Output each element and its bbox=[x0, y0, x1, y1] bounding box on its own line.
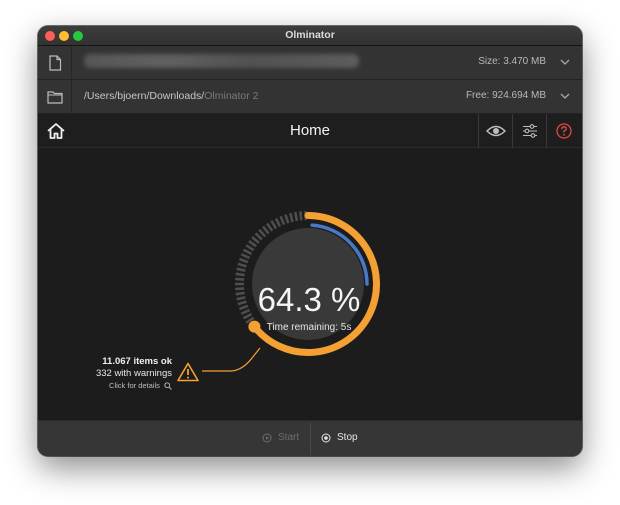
start-button[interactable]: Start bbox=[262, 432, 299, 443]
warning-icon[interactable] bbox=[177, 362, 199, 382]
remaining-tick bbox=[238, 257, 249, 264]
details-link[interactable]: Click for details bbox=[78, 380, 172, 392]
remaining-tick bbox=[240, 253, 251, 260]
progress-percent: 64.3 % bbox=[257, 281, 361, 318]
help-icon bbox=[555, 123, 572, 139]
bottom-divider bbox=[310, 423, 311, 455]
remaining-tick bbox=[254, 232, 263, 241]
details-link-label: Click for details bbox=[109, 381, 160, 390]
remaining-tick bbox=[236, 267, 246, 272]
remaining-tick bbox=[258, 228, 267, 238]
app-window: Olminator Size: 3.470 MB /Users/bjoern/D… bbox=[38, 26, 582, 456]
remaining-tick bbox=[235, 277, 245, 281]
help-button[interactable] bbox=[546, 114, 580, 148]
remaining-tick bbox=[237, 262, 247, 268]
items-ok-count: 11.067 items ok bbox=[102, 356, 172, 367]
toolbar: Home bbox=[38, 114, 582, 148]
remaining-tick bbox=[279, 215, 286, 226]
remaining-tick bbox=[262, 225, 270, 235]
start-icon bbox=[262, 433, 272, 442]
remaining-tick bbox=[245, 244, 255, 252]
preview-button[interactable] bbox=[478, 114, 512, 148]
remaining-tick bbox=[266, 222, 274, 232]
source-file-row[interactable]: Size: 3.470 MB bbox=[38, 46, 582, 80]
warning-connector-line bbox=[202, 347, 261, 372]
chevron-down-icon[interactable] bbox=[558, 55, 572, 69]
chevron-down-icon[interactable] bbox=[558, 89, 572, 103]
stop-icon bbox=[321, 433, 331, 442]
remaining-tick bbox=[284, 214, 290, 224]
eye-icon bbox=[485, 125, 506, 137]
destination-path-folder: Olminator 2 bbox=[204, 90, 259, 102]
source-size: Size: 3.470 MB bbox=[478, 56, 546, 67]
time-remaining: Time remaining: 5s bbox=[266, 322, 352, 333]
warnings-count: 332 with warnings bbox=[95, 368, 172, 379]
remaining-tick bbox=[299, 211, 303, 221]
start-label: Start bbox=[278, 432, 300, 443]
free-space: Free: 924.694 MB bbox=[465, 90, 546, 101]
sliders-icon bbox=[522, 124, 537, 138]
stop-label: Stop bbox=[337, 432, 358, 443]
window-title: Olminator bbox=[285, 29, 335, 41]
title-bar: Olminator bbox=[38, 26, 582, 46]
settings-button[interactable] bbox=[512, 114, 546, 148]
remaining-tick bbox=[294, 211, 299, 222]
progress-area: 64.3 % Time remaining: 5s 11.067 items o… bbox=[38, 148, 582, 434]
destination-path: /Users/bjoern/Downloads/Olminator 2 bbox=[84, 90, 259, 102]
remaining-tick bbox=[289, 212, 294, 223]
remaining-tick bbox=[270, 220, 278, 230]
destination-folder-row[interactable]: /Users/bjoern/Downloads/Olminator 2 Free… bbox=[38, 80, 582, 114]
result-stats[interactable]: 11.067 items ok 332 with warnings Click … bbox=[78, 356, 172, 392]
source-path-redacted bbox=[84, 54, 359, 68]
stop-button[interactable]: Stop bbox=[321, 432, 358, 443]
folder-icon[interactable] bbox=[38, 80, 72, 114]
remaining-tick bbox=[242, 248, 253, 256]
magnifier-icon bbox=[164, 382, 172, 390]
destination-path-main: /Users/bjoern/Downloads/ bbox=[84, 90, 205, 102]
remaining-tick bbox=[248, 240, 257, 248]
remaining-tick bbox=[251, 236, 260, 244]
bottom-bar: Start Stop bbox=[38, 420, 582, 456]
remaining-tick bbox=[274, 217, 282, 228]
file-icon[interactable] bbox=[38, 46, 72, 80]
remaining-tick bbox=[235, 272, 245, 277]
